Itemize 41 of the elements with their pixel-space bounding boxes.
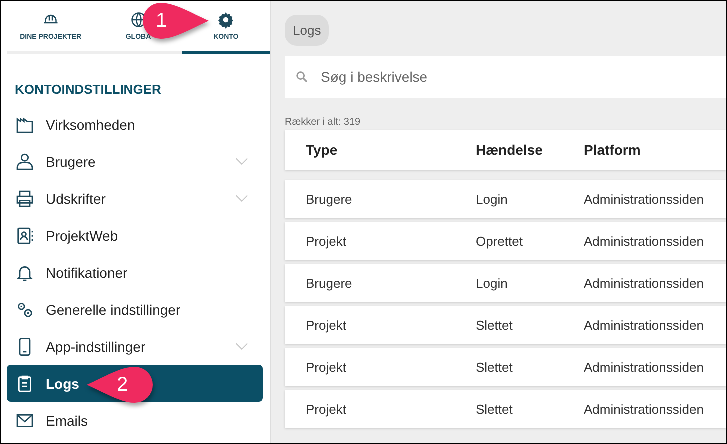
- table-cell-text: Brugere: [305, 276, 354, 290]
- user-icon: [15, 152, 35, 172]
- table-cell-text: Projekt: [305, 234, 348, 248]
- table-cell-text: Slettet: [476, 360, 514, 374]
- column-header: Type: [305, 142, 339, 158]
- table-cell: Administrationssiden: [584, 318, 704, 332]
- section-heading: KONTOINDSTILLINGER: [15, 82, 162, 97]
- breadcrumb-chip: Logs: [285, 15, 330, 46]
- sidebar-item[interactable]: Notifikationer: [7, 254, 263, 291]
- chevron-down-icon: [235, 158, 249, 166]
- callout-tooltip: 2: [85, 365, 155, 405]
- table-cell-text: Projekt: [305, 318, 348, 332]
- row-count: Rækker i alt: 319: [285, 117, 362, 128]
- printer-icon: [15, 188, 35, 208]
- table-cell-text: Projekt: [305, 360, 348, 374]
- sidebar-item[interactable]: Emails: [7, 402, 263, 439]
- table-cell: Administrationssiden: [584, 402, 704, 416]
- table-cell-text: Brugere: [305, 192, 354, 206]
- sidebar-item[interactable]: App-indstillinger: [7, 328, 263, 365]
- table-cell: Administrationssiden: [584, 234, 704, 248]
- table-cell: Administrationssiden: [584, 276, 704, 290]
- table-cell-text: Slettet: [476, 318, 514, 332]
- contact-card-icon: [15, 226, 35, 246]
- sidebar-item[interactable]: Brugere: [7, 143, 263, 180]
- table-cell-text: Login: [476, 192, 509, 206]
- settings-icon: [217, 11, 236, 29]
- search-field[interactable]: Søg i beskrivelse: [285, 56, 726, 98]
- sidebar-item[interactable]: ProjektWeb: [7, 217, 263, 254]
- chevron-down-icon: [235, 194, 249, 202]
- sidebar-item[interactable]: Udskrifter: [7, 180, 263, 217]
- chevron-down-icon: [235, 342, 249, 350]
- column-header: Hændelse: [476, 142, 544, 158]
- table-cell-text: Oprettet: [476, 234, 524, 248]
- table-cell-text: Projekt: [305, 402, 348, 416]
- table-cell: Administrationssiden: [584, 192, 704, 206]
- table-cell-text: Login: [476, 276, 509, 290]
- table-cell-text: Slettet: [476, 402, 514, 416]
- sidebar-item[interactable]: Generelle indstillinger: [7, 291, 263, 328]
- sidebar-item[interactable]: Virksomheden: [7, 106, 263, 143]
- column-header: Platform: [584, 142, 641, 158]
- table-cell: Administrationssiden: [584, 360, 704, 374]
